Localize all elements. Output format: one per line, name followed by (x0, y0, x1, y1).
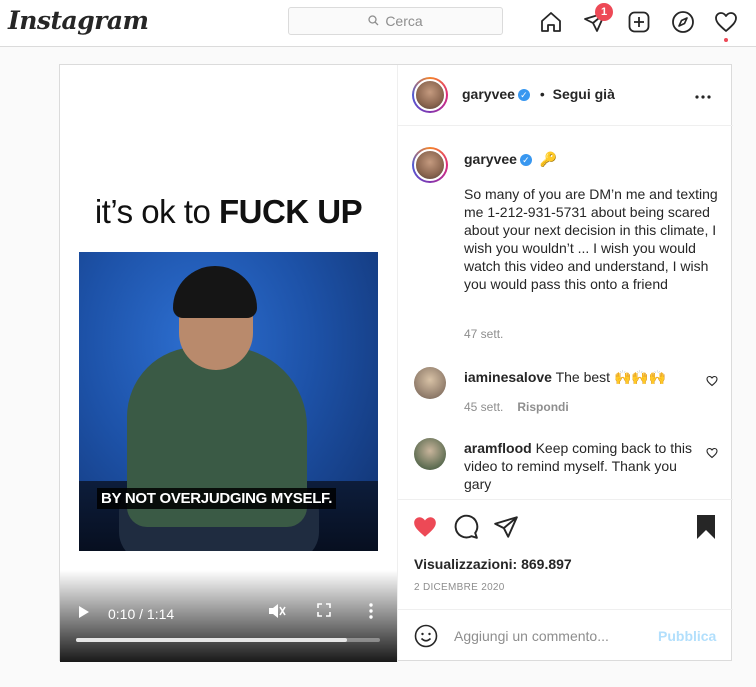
video-player[interactable]: it’s ok to FUCK UP BY NOT OVERJUDGING MY… (60, 65, 397, 662)
search-icon (368, 13, 379, 29)
emoji-picker-icon[interactable] (414, 624, 438, 653)
comments-list[interactable]: garyvee ✓ 🔑 So many of you are DM’n me an… (398, 127, 733, 499)
comment-text: The best 🙌🙌🙌 (555, 369, 667, 385)
video-time: 0:10 / 1:14 (108, 606, 175, 622)
publish-button[interactable]: Pubblica (658, 628, 716, 644)
post-card: it’s ok to FUCK UP BY NOT OVERJUDGING MY… (59, 64, 733, 662)
comment-input[interactable]: Aggiungi un commento... (454, 628, 609, 644)
post-actions: Visualizzazioni: 869.897 2 DICEMBRE 2020 (398, 499, 733, 609)
caption-age: 47 sett. (464, 327, 504, 341)
search-input[interactable]: Cerca (288, 7, 503, 35)
key-emoji: 🔑 (539, 151, 558, 167)
header-separator: • (539, 86, 545, 102)
author-line: garyvee ✓ • Segui già (462, 86, 615, 102)
comment-age: 45 sett. (464, 400, 504, 414)
video-subtitle: BY NOT OVERJUDGING MYSELF. (97, 488, 337, 509)
commenter-avatar[interactable] (414, 367, 446, 399)
new-post-icon[interactable] (626, 9, 652, 35)
video-progress-bar[interactable] (76, 638, 380, 642)
caption-author-avatar[interactable] (412, 147, 448, 183)
verified-badge-icon: ✓ (519, 154, 532, 167)
comment-like-icon[interactable] (706, 374, 718, 387)
comment-username[interactable]: aramflood (464, 440, 532, 456)
caption-text: So many of you are DM’n me and texting m… (464, 186, 718, 292)
verified-badge-icon: ✓ (517, 89, 530, 102)
follow-status-button[interactable]: Segui già (553, 86, 615, 102)
activity-indicator-dot (724, 38, 728, 42)
commenter-avatar[interactable] (414, 438, 446, 470)
reply-button[interactable]: Rispondi (517, 400, 568, 414)
play-icon[interactable] (78, 605, 90, 624)
author-username[interactable]: garyvee (462, 86, 515, 102)
comment-username[interactable]: iaminesalove (464, 369, 552, 385)
post-header: garyvee ✓ • Segui già (398, 65, 733, 126)
mute-icon[interactable] (268, 603, 286, 624)
caption-author-line: garyvee ✓ 🔑 (464, 151, 557, 168)
views-count[interactable]: Visualizzazioni: 869.897 (414, 556, 572, 572)
more-options-icon[interactable] (369, 603, 373, 624)
post-details-panel: garyvee ✓ • Segui già garyvee ✓ 🔑 So many … (397, 65, 733, 662)
home-icon[interactable] (538, 9, 564, 35)
fullscreen-icon[interactable] (317, 603, 331, 622)
post-options-icon[interactable] (694, 87, 712, 105)
top-nav-bar: Instagram Cerca 1 (0, 0, 756, 47)
explore-compass-icon[interactable] (670, 9, 696, 35)
comment-like-icon[interactable] (706, 446, 718, 459)
save-bookmark-icon[interactable] (694, 514, 720, 540)
notification-badge: 1 (595, 3, 613, 21)
author-avatar[interactable] (412, 77, 448, 113)
video-progress-fill (76, 638, 347, 642)
like-heart-icon[interactable] (412, 514, 438, 540)
video-frame: BY NOT OVERJUDGING MYSELF. (79, 252, 378, 551)
post-date: 2 DICEMBRE 2020 (414, 582, 505, 593)
add-comment-form: Aggiungi un commento... Pubblica (398, 609, 733, 662)
instagram-logo[interactable]: Instagram (8, 6, 149, 35)
comment-meta: 45 sett. Rispondi (464, 400, 569, 414)
comment-item: aramflood Keep coming back to this video… (464, 439, 700, 493)
activity-heart-icon[interactable] (713, 9, 739, 35)
search-placeholder: Cerca (385, 13, 423, 29)
comment-item: iaminesalove The best 🙌🙌🙌 (464, 368, 694, 386)
video-headline: it’s ok to FUCK UP (94, 193, 363, 230)
caption-username[interactable]: garyvee (464, 151, 517, 167)
share-icon[interactable] (493, 514, 519, 540)
comment-bubble-icon[interactable] (453, 514, 479, 540)
